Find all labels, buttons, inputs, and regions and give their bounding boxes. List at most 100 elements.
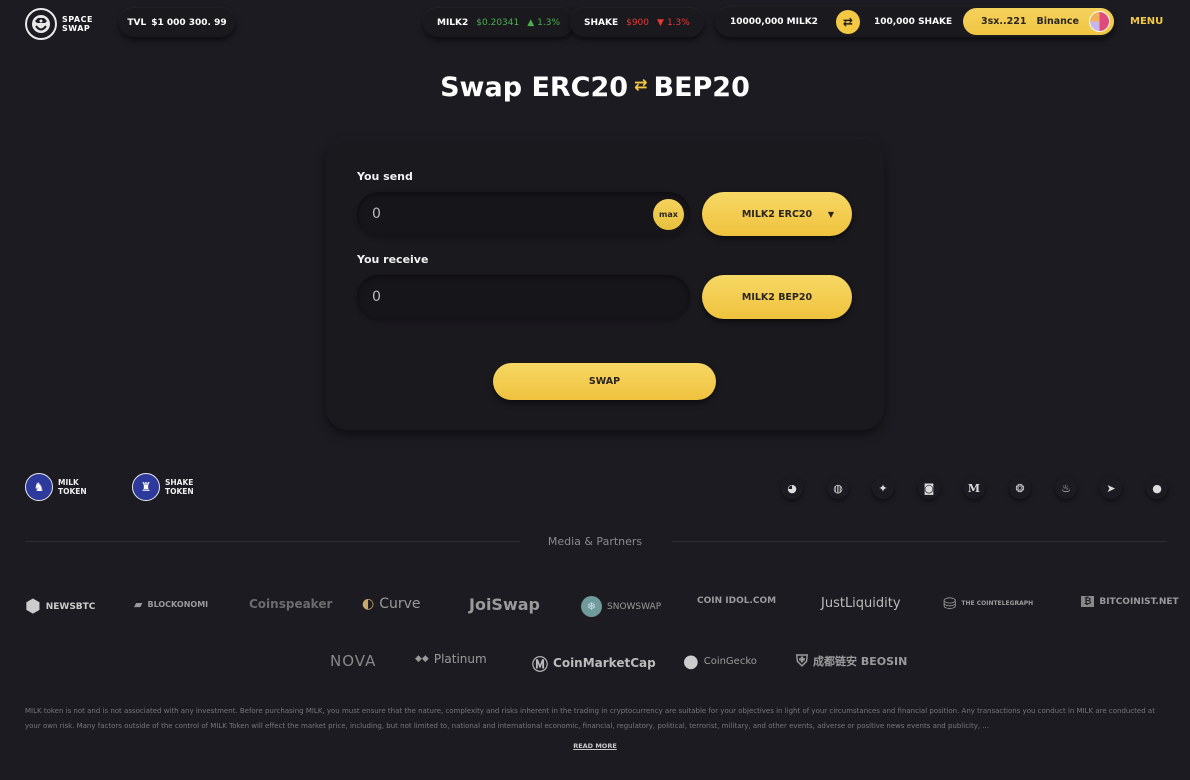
partner-name: CoinGecko: [703, 656, 757, 667]
balance-shake: 100,000 SHAKE: [873, 17, 953, 27]
arrow-up-icon: ▲: [527, 17, 535, 28]
ticker-shake[interactable]: SHAKE $900 ▼ 1.3%: [570, 8, 704, 37]
partner-name: JoiSwap: [469, 595, 540, 614]
max-button[interactable]: max: [653, 199, 684, 230]
partner-curve[interactable]: ◐ Curve: [362, 596, 421, 612]
telegram-icon[interactable]: ➤: [1100, 477, 1122, 499]
partner-name: Curve: [379, 596, 421, 612]
curve-icon: ◐: [362, 596, 375, 612]
coingecko-icon: ●: [683, 651, 699, 672]
partner-name: THE COINTELEGRAPH: [961, 600, 1034, 607]
discord-icon[interactable]: ◙: [918, 477, 940, 499]
twitter-icon[interactable]: ✦: [872, 477, 894, 499]
partner-name: Platinum: [433, 652, 487, 666]
partner-blockonomi[interactable]: ▰ BLOCKONOMI: [134, 598, 208, 611]
chat-icon[interactable]: ●: [1146, 477, 1168, 499]
blockonomi-icon: ▰: [134, 598, 143, 611]
beosin-icon: ⛨: [796, 651, 809, 670]
read-more-link[interactable]: READ MORE: [0, 742, 1190, 750]
send-amount-input[interactable]: [357, 192, 637, 236]
swap-button[interactable]: SWAP: [493, 363, 716, 400]
receive-input-wrapper: [357, 275, 690, 319]
ticker-price: $0.20341: [476, 17, 520, 28]
coinmarketcap-icon[interactable]: ◕: [781, 477, 803, 499]
send-label: You send: [357, 170, 413, 183]
partner-platinum[interactable]: ◆◆ Platinum: [415, 652, 487, 666]
milk-token-icon: ♞: [25, 473, 53, 501]
partner-name: BLOCKONOMI: [147, 600, 209, 609]
ticker-symbol: SHAKE: [584, 17, 619, 28]
ticker-price: $900: [626, 17, 650, 28]
tvl-badge: TVL $1 000 300. 99: [119, 8, 235, 37]
ticker-change: 1.3%: [537, 17, 561, 28]
send-input-wrapper: max: [357, 192, 690, 236]
receive-label: You receive: [357, 253, 429, 266]
partner-joiswap[interactable]: JoiSwap: [469, 595, 540, 614]
receive-amount-input[interactable]: [357, 275, 637, 319]
wallet-button[interactable]: 3sx..221 Binance: [963, 8, 1114, 35]
swap-arrows-icon: ⇄: [634, 75, 648, 94]
partner-name: COIN IDOL.COM: [697, 596, 777, 606]
newsbtc-icon: ⬢: [25, 596, 41, 617]
partner-bitcoinist[interactable]: ₿ BITCOINIST.NET: [1081, 596, 1179, 607]
snowflake-icon: ❄: [581, 596, 602, 617]
platinum-icon: ◆◆: [415, 654, 429, 664]
receive-token-button[interactable]: MILK2 BEP20: [702, 275, 852, 319]
balance-milk2: 10000,000 MILK2: [730, 17, 818, 27]
bitcoinist-icon: ₿: [1081, 596, 1095, 607]
token-line2: TOKEN: [165, 487, 194, 496]
partner-beosin[interactable]: ⛨ 成都链安 BEOSIN: [796, 651, 907, 671]
wallet-address: 3sx..221: [981, 16, 1027, 27]
partner-name: Coinspeaker: [249, 597, 333, 611]
logo-text-line2: SWAP: [62, 24, 91, 33]
partner-snowswap[interactable]: ❄ SNOWSWAP: [581, 596, 661, 617]
shake-token-icon: ♜: [132, 473, 160, 501]
partner-nova[interactable]: NOVA: [330, 652, 376, 670]
media-partners-heading: Media & Partners: [547, 535, 643, 548]
partner-coingecko[interactable]: ● CoinGecko: [683, 651, 757, 672]
page-title: Swap ERC20 ⇄ BEP20: [0, 72, 1190, 103]
medium-icon[interactable]: M: [963, 477, 985, 499]
cointelegraph-icon: ⛁: [943, 594, 957, 613]
logo-text-line1: SPACE: [62, 15, 93, 24]
swap-arrows-icon[interactable]: ⇄: [835, 10, 860, 34]
arrow-down-icon: ▼: [657, 17, 664, 28]
partner-coinspeaker[interactable]: Coinspeaker: [249, 597, 332, 611]
fire-icon[interactable]: ♨: [1055, 477, 1077, 499]
send-token-select[interactable]: MILK2 ERC20 ▼: [702, 192, 852, 236]
title-right: BEP20: [653, 72, 750, 103]
avatar: [1089, 11, 1110, 32]
logo[interactable]: SPACE SWAP: [25, 8, 93, 40]
github-icon[interactable]: ◍: [827, 477, 849, 499]
wallet-network: Binance: [1036, 16, 1079, 27]
partner-coinmarketcap[interactable]: Ⓜ CoinMarketCap: [532, 651, 656, 675]
swap-card: You send max MILK2 ERC20 ▼ You receive M…: [326, 139, 884, 430]
disclaimer-text: MILK token is not and is not associated …: [25, 707, 1155, 730]
partner-name: NEWSBTC: [45, 601, 96, 612]
partner-name: BITCOINIST.NET: [1099, 596, 1179, 607]
partner-name: NOVA: [330, 652, 377, 670]
coinmarketcap-logo-icon: Ⓜ: [532, 655, 549, 674]
tvl-value: $1 000 300. 99: [151, 17, 227, 28]
partner-newsbtc[interactable]: ⬢ NEWSBTC: [25, 596, 95, 617]
ticker-milk2[interactable]: MILK2 $0.20341 ▲ 1.3%: [423, 8, 575, 37]
partner-name: JustLiquidity: [821, 596, 901, 611]
receive-token-label: MILK2 BEP20: [741, 291, 813, 303]
ticker-symbol: MILK2: [437, 17, 469, 28]
shake-token-link[interactable]: ♜ SHAKE TOKEN: [132, 473, 194, 501]
token-line1: SHAKE: [165, 478, 194, 487]
tvl-label: TVL: [127, 17, 147, 28]
milk-token-link[interactable]: ♞ MILK TOKEN: [25, 473, 87, 501]
read-more-label[interactable]: READ MORE: [573, 742, 617, 750]
partner-name: SNOWSWAP: [607, 601, 662, 612]
partner-justliquidity[interactable]: JustLiquidity: [821, 596, 901, 611]
partner-name: CoinMarketCap: [553, 656, 656, 670]
title-left: Swap ERC20: [440, 72, 629, 103]
partner-cointelegraph[interactable]: ⛁ THE COINTELEGRAPH: [943, 594, 1033, 613]
wechat-icon[interactable]: ❂: [1009, 477, 1031, 499]
chevron-down-icon: ▼: [827, 209, 834, 219]
menu-button[interactable]: MENU: [1130, 16, 1163, 27]
ticker-change: 1.3%: [666, 17, 690, 28]
partner-coinidol[interactable]: COIN IDOL.COM: [697, 596, 776, 606]
token-line2: TOKEN: [58, 487, 87, 496]
